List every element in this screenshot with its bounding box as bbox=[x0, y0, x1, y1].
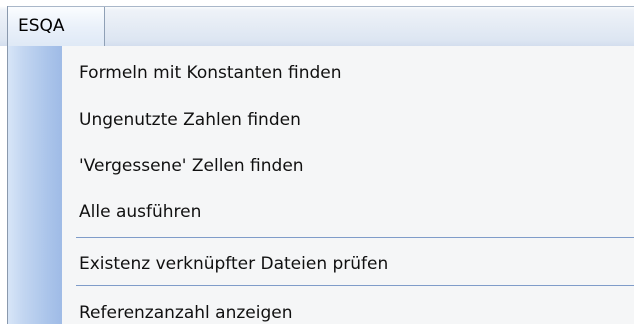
menu-item-existenz-verknuepfter-dateien-pruefen[interactable]: Existenz verknüpfter Dateien prüfen bbox=[62, 245, 634, 283]
menu-item-ungenutzte-zahlen-finden[interactable]: Ungenutzte Zahlen finden bbox=[62, 101, 634, 139]
esqa-dropdown-menu: Formeln mit Konstanten finden Ungenutzte… bbox=[8, 46, 634, 324]
menu-item-vergessene-zellen-finden[interactable]: 'Vergessene' Zellen finden bbox=[62, 147, 634, 185]
menu-item-formeln-mit-konstanten-finden[interactable]: Formeln mit Konstanten finden bbox=[62, 54, 634, 92]
menu-item-referenzanzahl-anzeigen[interactable]: Referenzanzahl anzeigen bbox=[62, 294, 634, 332]
menu-separator bbox=[76, 237, 634, 238]
menu-esqa[interactable]: ESQA bbox=[8, 7, 105, 46]
dropdown-icon-gutter bbox=[8, 46, 62, 324]
menu-item-alle-ausfuehren[interactable]: Alle ausführen bbox=[62, 193, 634, 231]
menu-separator bbox=[76, 285, 634, 286]
